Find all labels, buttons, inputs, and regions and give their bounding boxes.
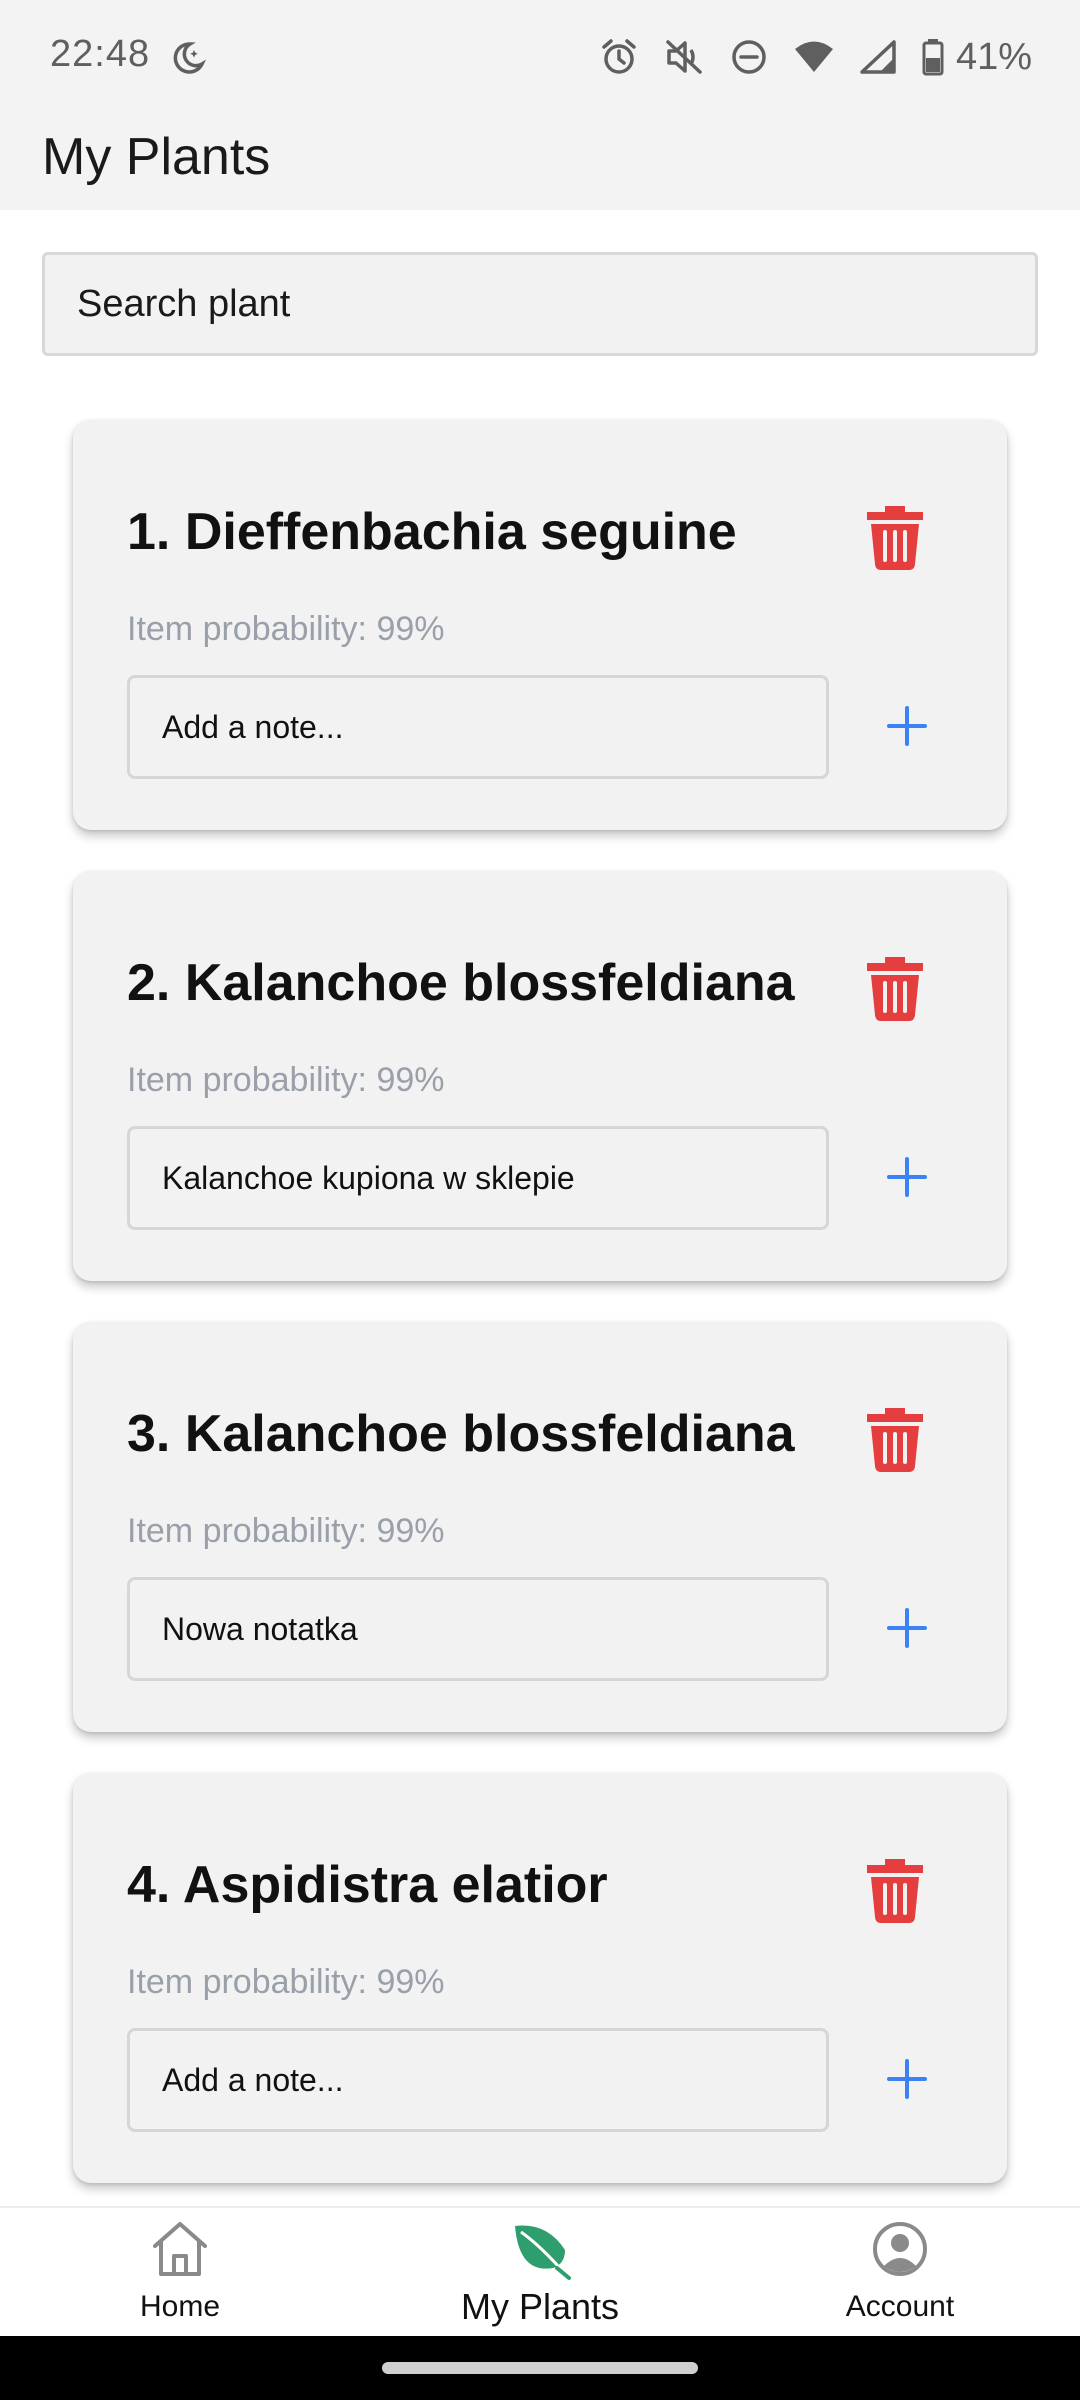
- plant-title: 4. Aspidistra elatior: [127, 1856, 608, 1914]
- note-input[interactable]: [127, 1126, 829, 1230]
- nav-label-my-plants: My Plants: [460, 2286, 620, 2327]
- vibrate-off-icon: [666, 40, 702, 74]
- moon-icon: [173, 42, 207, 74]
- probability-text: Item probability: 99%: [127, 610, 445, 648]
- add-note-icon[interactable]: [881, 1151, 933, 1203]
- add-note-icon[interactable]: [881, 700, 933, 752]
- plant-card: 2. Kalanchoe blossfeldiana Item probabil…: [73, 871, 1007, 1281]
- status-time: 22:48: [50, 33, 151, 75]
- leaf-icon: [515, 2225, 571, 2280]
- note-input[interactable]: [127, 2028, 829, 2132]
- search-input[interactable]: [42, 252, 1038, 356]
- page-title: My Plants: [42, 128, 271, 186]
- app-header: My Plants: [0, 115, 1080, 210]
- home-gesture-handle[interactable]: [382, 2362, 698, 2374]
- note-input[interactable]: [127, 1577, 829, 1681]
- add-note-icon[interactable]: [881, 2053, 933, 2105]
- plant-title: 3. Kalanchoe blossfeldiana: [127, 1405, 795, 1463]
- status-bar: 22:48 41%: [0, 0, 1080, 115]
- nav-label-home: Home: [139, 2290, 221, 2323]
- do-not-disturb-icon: [732, 40, 766, 74]
- battery-icon: [922, 39, 944, 76]
- add-note-icon[interactable]: [881, 1602, 933, 1654]
- note-input[interactable]: [127, 675, 829, 779]
- wifi-icon: [794, 41, 833, 72]
- plant-card: 1. Dieffenbachia seguine Item probabilit…: [73, 420, 1007, 830]
- plant-title: 2. Kalanchoe blossfeldiana: [127, 954, 795, 1012]
- nav-item-account[interactable]: Account: [720, 2208, 1080, 2338]
- plant-card: 3. Kalanchoe blossfeldiana Item probabil…: [73, 1322, 1007, 1732]
- account-icon: [873, 2222, 927, 2276]
- home-icon: [153, 2222, 207, 2276]
- bottom-nav: Home My Plants Account: [0, 2206, 1080, 2336]
- probability-text: Item probability: 99%: [127, 1061, 445, 1099]
- delete-icon[interactable]: [863, 1855, 927, 1923]
- signal-icon: [860, 40, 896, 74]
- delete-icon[interactable]: [863, 502, 927, 570]
- nav-item-my-plants[interactable]: My Plants: [360, 2208, 720, 2338]
- nav-item-home[interactable]: Home: [0, 2208, 360, 2338]
- system-nav-bar: [0, 2336, 1080, 2400]
- plant-title: 1. Dieffenbachia seguine: [127, 503, 737, 561]
- battery-percentage: 41%: [955, 35, 1032, 78]
- alarm-icon: [602, 39, 636, 74]
- nav-label-account: Account: [845, 2290, 955, 2323]
- delete-icon[interactable]: [863, 953, 927, 1021]
- probability-text: Item probability: 99%: [127, 1512, 445, 1550]
- status-icons: 41%: [600, 32, 1032, 82]
- delete-icon[interactable]: [863, 1404, 927, 1472]
- plant-card: 4. Aspidistra elatior Item probability: …: [73, 1773, 1007, 2183]
- probability-text: Item probability: 99%: [127, 1963, 445, 2001]
